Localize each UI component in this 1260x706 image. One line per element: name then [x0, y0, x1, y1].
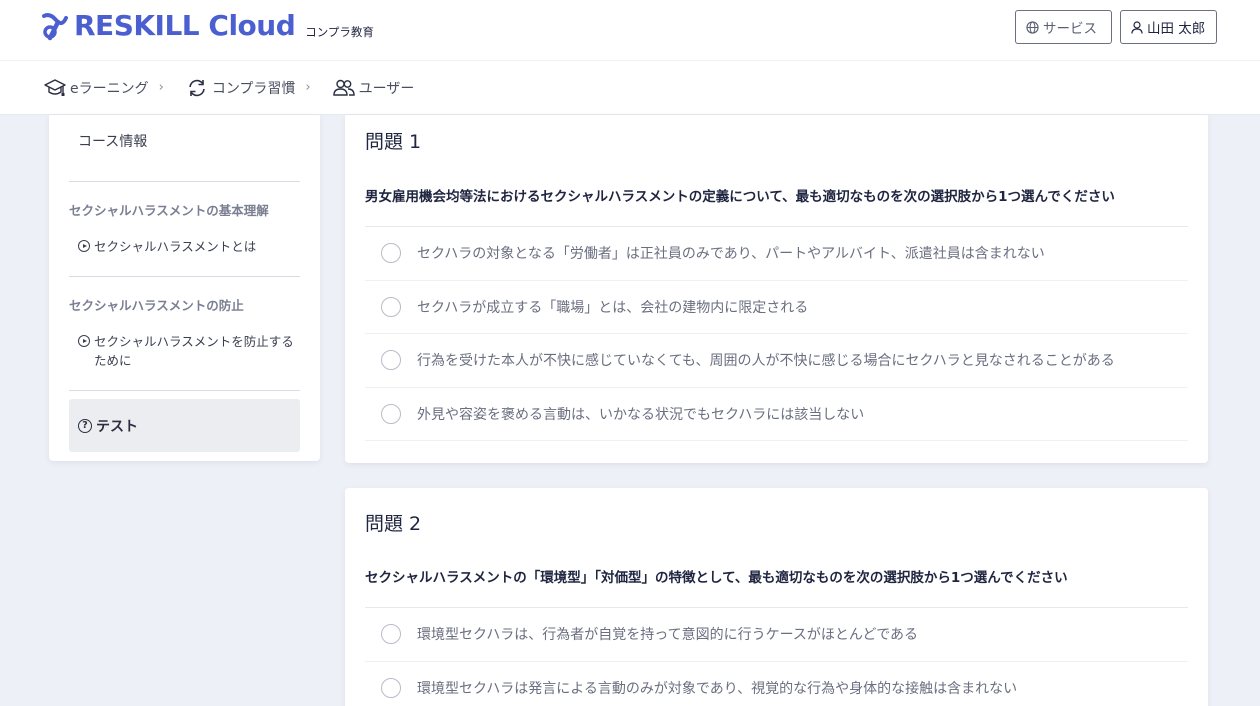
question-text: セクシャルハラスメントの「環境型」「対価型」の特徴として、最も適切なものを次の選…	[365, 562, 1188, 608]
brand-subtitle: コンプラ教育	[305, 25, 374, 39]
nav-label-compliance-habit: コンプラ習慣	[211, 80, 296, 97]
answer-option[interactable]: セクハラの対象となる「労働者」は正社員のみであり、パートやアルバイト、派遣社員は…	[365, 227, 1188, 281]
answer-option-label: セクハラの対象となる「労働者」は正社員のみであり、パートやアルバイト、派遣社員は…	[417, 246, 1045, 263]
question-circle-icon: ?	[78, 418, 92, 433]
question-text: 男女雇用機会均等法におけるセクシャルハラスメントの定義について、最も適切なものを…	[365, 181, 1188, 227]
radio-button[interactable]	[381, 624, 401, 645]
nav-item-users[interactable]: ユーザー	[332, 78, 415, 98]
answer-option[interactable]: 外見や容姿を褒める言動は、いかなる状況でもセクハラには該当しない	[365, 388, 1188, 441]
nav-label-elearning: eラーニング	[70, 80, 149, 97]
sidebar-course-info[interactable]: コース情報	[69, 115, 300, 182]
graduation-cap-icon	[44, 78, 66, 96]
chevron-right-icon: ›	[305, 80, 311, 95]
question-title: 問題 1	[365, 131, 422, 153]
users-icon	[332, 79, 355, 96]
answer-option-label: 環境型セクハラは発言による言動のみが対象であり、視覚的な行為や身体的な接触は含ま…	[417, 680, 1018, 697]
play-circle-icon	[78, 240, 90, 252]
sidebar-lesson-label: セクシャルハラスメントとは	[94, 239, 257, 254]
question-card: 問題 2 セクシャルハラスメントの「環境型」「対価型」の特徴として、最も適切なも…	[345, 488, 1208, 706]
course-sidebar: コース情報 セクシャルハラスメントの基本理解 セクシャルハラスメントとは セクシ…	[49, 115, 320, 461]
answer-option[interactable]: 環境型セクハラは発言による言動のみが対象であり、視覚的な行為や身体的な接触は含ま…	[365, 662, 1188, 706]
sidebar-section-title: セクシャルハラスメントの基本理解	[69, 203, 269, 218]
sidebar-lesson-label: セクシャルハラスメントを防止するために	[94, 334, 294, 368]
service-button[interactable]: サービス	[1015, 10, 1112, 44]
radio-button[interactable]	[381, 243, 401, 264]
answer-option-label: 環境型セクハラは、行為者が自覚を持って意図的に行うケースがほとんどである	[417, 627, 919, 644]
radio-button[interactable]	[381, 677, 401, 698]
sidebar-lesson-item[interactable]: セクシャルハラスメントとは	[69, 219, 300, 276]
brand-name: RESKILL Cloud	[74, 9, 296, 42]
answer-option[interactable]: 環境型セクハラは、行為者が自覚を持って意図的に行うケースがほとんどである	[365, 608, 1188, 662]
answer-option-label: 行為を受けた本人が不快に感じていなくても、周囲の人が不快に感じる場合にセクハラと…	[417, 353, 1115, 370]
nav-label-users: ユーザー	[358, 80, 415, 97]
brand-logo[interactable]: RESKILL Cloud コンプラ教育	[40, 10, 374, 42]
radio-button[interactable]	[381, 350, 401, 371]
sidebar-test-item[interactable]: ? テスト	[69, 399, 300, 452]
nav-item-compliance-habit[interactable]: コンプラ習慣 ›	[186, 78, 311, 98]
sidebar-section: セクシャルハラスメントの防止 セクシャルハラスメントを防止するために	[69, 277, 300, 391]
play-circle-icon	[78, 335, 90, 347]
service-button-label: サービス	[1043, 21, 1097, 37]
globe-icon	[1026, 20, 1039, 34]
answer-option-label: 外見や容姿を褒める言動は、いかなる状況でもセクハラには該当しない	[417, 406, 865, 423]
user-name: 山田 太郎	[1147, 21, 1206, 37]
radio-button[interactable]	[381, 296, 401, 317]
main-nav: eラーニング › コンプラ習慣 › ユーザー	[0, 61, 1260, 115]
answer-option[interactable]: セクハラが成立する「職場」とは、会社の建物内に限定される	[365, 281, 1188, 334]
nav-item-elearning[interactable]: eラーニング ›	[44, 78, 164, 98]
question-card: 問題 1 男女雇用機会均等法におけるセクシャルハラスメントの定義について、最も適…	[345, 115, 1208, 463]
sidebar-section-title: セクシャルハラスメントの防止	[69, 298, 244, 313]
sidebar-lesson-item[interactable]: セクシャルハラスメントを防止するために	[69, 314, 300, 390]
sidebar-test-label: テスト	[96, 418, 138, 435]
reskill-logo-icon	[42, 13, 68, 41]
user-icon	[1131, 20, 1143, 34]
radio-button[interactable]	[381, 403, 401, 424]
user-menu-button[interactable]: 山田 太郎	[1120, 10, 1217, 44]
answer-option-label: セクハラが成立する「職場」とは、会社の建物内に限定される	[417, 299, 809, 316]
question-title: 問題 2	[365, 513, 422, 535]
answer-option[interactable]: 行為を受けた本人が不快に感じていなくても、周囲の人が不快に感じる場合にセクハラと…	[365, 334, 1188, 388]
app-header: RESKILL Cloud コンプラ教育 サービス 山田 太郎	[0, 0, 1260, 61]
sidebar-section: セクシャルハラスメントの基本理解 セクシャルハラスメントとは	[69, 182, 300, 277]
chevron-right-icon: ›	[158, 80, 164, 95]
refresh-icon	[189, 79, 205, 96]
